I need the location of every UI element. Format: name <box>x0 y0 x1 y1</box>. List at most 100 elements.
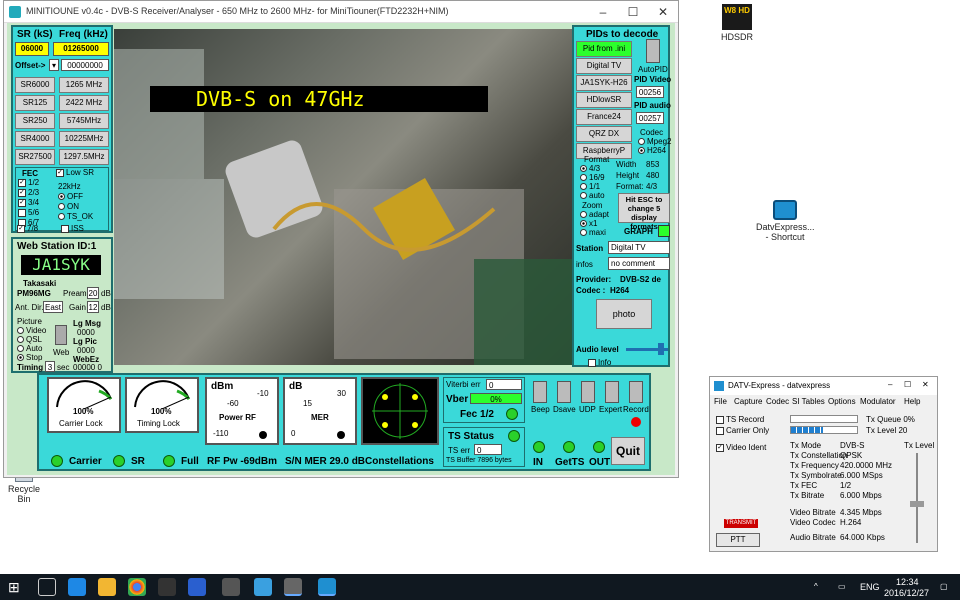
menu-options[interactable]: Options <box>828 397 856 406</box>
datvexpress-taskbar-icon[interactable] <box>318 578 336 596</box>
sr250-button[interactable]: SR250 <box>15 113 55 129</box>
zoom-maxi-radio[interactable]: maxi <box>580 228 606 237</box>
menu-capture[interactable]: Capture <box>734 397 762 406</box>
minimize-icon[interactable]: – <box>888 380 892 389</box>
desktop-icon-hdsdr[interactable]: W8 HD HDSDR <box>710 4 764 42</box>
pid-qrzdx-button[interactable]: QRZ DX <box>576 126 632 142</box>
pid-france24-button[interactable]: France24 <box>576 109 632 125</box>
chrome-icon[interactable] <box>128 578 146 596</box>
app-icon[interactable] <box>254 578 272 596</box>
graph-checkbox[interactable] <box>658 225 670 237</box>
audio-slider-thumb[interactable] <box>658 343 664 355</box>
close-icon[interactable]: ✕ <box>922 380 929 389</box>
menu-file[interactable]: File <box>714 397 727 406</box>
station-field[interactable]: Digital TV <box>608 241 670 254</box>
low-sr-checkbox[interactable]: ✓ Low SR <box>56 168 94 177</box>
sr27500-button[interactable]: SR27500 <box>15 149 55 165</box>
picture-video-radio[interactable]: Video <box>17 326 46 335</box>
preamp-field[interactable]: 20 <box>87 287 99 299</box>
zoom-adapt-radio[interactable]: adapt <box>580 210 609 219</box>
web-toggle[interactable] <box>55 325 67 345</box>
sr4000-button[interactable]: SR4000 <box>15 131 55 147</box>
tx-level-slider[interactable] <box>916 453 918 543</box>
file-explorer-icon[interactable] <box>98 578 116 596</box>
zoom-x1-radio[interactable]: x1 <box>580 219 597 228</box>
clock-time[interactable]: 12:34 <box>896 577 919 587</box>
22khz-on-radio[interactable]: ON <box>58 202 79 211</box>
dsave-toggle[interactable] <box>557 381 571 403</box>
record-toggle[interactable] <box>629 381 643 403</box>
freq-value-field[interactable]: 01265000 <box>53 42 109 56</box>
autopid-toggle[interactable] <box>646 39 660 63</box>
menu-modulator[interactable]: Modulator <box>860 397 896 406</box>
freq-2422-button[interactable]: 2422 MHz <box>59 95 109 111</box>
22khz-tsok-radio[interactable]: TS_OK <box>58 212 93 221</box>
picture-auto-radio[interactable]: Auto <box>17 344 42 353</box>
sr-value-field[interactable]: 06000 <box>15 42 49 56</box>
offset-dropdown[interactable]: ▾ <box>49 59 59 71</box>
ts-record-checkbox[interactable]: TS Record <box>716 415 764 424</box>
start-icon[interactable]: ⊞ <box>8 578 26 596</box>
freq-5745-button[interactable]: 5745MHz <box>59 113 109 129</box>
minitioune-taskbar-icon[interactable] <box>284 578 302 596</box>
iss-checkbox[interactable]: ISS <box>61 224 84 233</box>
pid-ja1syk-button[interactable]: JA1SYK-H26 <box>576 75 632 91</box>
menu-help[interactable]: Help <box>904 397 920 406</box>
clock-date[interactable]: 2016/12/27 <box>884 588 929 598</box>
app-icon[interactable] <box>188 578 206 596</box>
esc-info-button[interactable]: Hit ESC to change 5 display formats <box>618 193 670 231</box>
desktop-icon-datvexpress[interactable]: DatvExpress... - Shortcut <box>756 200 815 242</box>
fec-checkbox-12[interactable]: ✓ 1/2 <box>18 178 39 187</box>
sr6000-button[interactable]: SR6000 <box>15 77 55 93</box>
pid-digital-tv-button[interactable]: Digital TV <box>576 58 632 74</box>
menu-codec[interactable]: Codec <box>766 397 789 406</box>
fec-checkbox-56[interactable]: 5/6 <box>18 208 39 217</box>
tray-chevron-icon[interactable]: ^ <box>814 582 818 591</box>
photo-button[interactable]: photo <box>596 299 652 329</box>
beep-toggle[interactable] <box>533 381 547 403</box>
task-view-icon[interactable] <box>38 578 56 596</box>
freq-10225-button[interactable]: 10225MHz <box>59 131 109 147</box>
hdsdr-taskbar-icon[interactable] <box>222 578 240 596</box>
fec-checkbox-78[interactable]: ✓ 7/8 <box>17 224 38 233</box>
22khz-off-radio[interactable]: OFF <box>58 192 83 201</box>
offset-field[interactable]: 00000000 <box>61 59 109 71</box>
app-icon[interactable] <box>158 578 176 596</box>
udp-toggle[interactable] <box>581 381 595 403</box>
sr125-button[interactable]: SR125 <box>15 95 55 111</box>
ant-dir-field[interactable]: East <box>43 301 63 313</box>
carrier-only-checkbox[interactable]: Carrier Only <box>716 426 769 435</box>
format-43-radio[interactable]: 4/3 <box>580 164 600 173</box>
freq-1265-button[interactable]: 1265 MHz <box>59 77 109 93</box>
minimize-icon[interactable]: – <box>588 1 618 23</box>
picture-stop-radio[interactable]: Stop <box>17 353 42 362</box>
ptt-button[interactable]: PTT <box>716 533 760 547</box>
freq-1297-button[interactable]: 1297.5MHz <box>59 149 109 165</box>
network-icon[interactable]: ▭ <box>838 582 846 591</box>
language-indicator[interactable]: ENG <box>860 582 880 592</box>
format-11-radio[interactable]: 1/1 <box>580 182 600 191</box>
tx-level-slider-thumb[interactable] <box>910 501 924 507</box>
quit-button[interactable]: Quit <box>611 437 645 465</box>
pid-audio-field[interactable]: 00257 <box>636 112 664 124</box>
edge-icon[interactable] <box>68 578 86 596</box>
maximize-icon[interactable]: ☐ <box>618 1 648 23</box>
close-icon[interactable]: ✕ <box>648 1 678 23</box>
video-ident-checkbox[interactable]: ✓ Video Ident <box>716 443 766 452</box>
pid-hdlowsr-button[interactable]: HDlowSR <box>576 92 632 108</box>
fec-checkbox-34[interactable]: ✓ 3/4 <box>18 198 39 207</box>
codec-h264-radio[interactable]: H264 <box>638 146 666 155</box>
fec-checkbox-23[interactable]: ✓ 2/3 <box>18 188 39 197</box>
format-169-radio[interactable]: 16/9 <box>580 173 605 182</box>
infos-field[interactable]: no comment <box>608 257 670 270</box>
info-checkbox[interactable]: Info <box>588 358 611 367</box>
pid-from-ini-button[interactable]: Pid from .ini <box>576 41 632 57</box>
timing-field[interactable]: 3 <box>45 361 55 372</box>
menu-si-tables[interactable]: SI Tables <box>792 397 825 406</box>
format-auto-radio[interactable]: auto <box>580 191 605 200</box>
maximize-icon[interactable]: ☐ <box>904 380 911 389</box>
notification-icon[interactable]: ▢ <box>940 582 948 591</box>
gain-field[interactable]: 12 <box>87 301 99 313</box>
codec-mpeg2-radio[interactable]: Mpeg2 <box>638 137 671 146</box>
picture-qsl-radio[interactable]: QSL <box>17 335 42 344</box>
